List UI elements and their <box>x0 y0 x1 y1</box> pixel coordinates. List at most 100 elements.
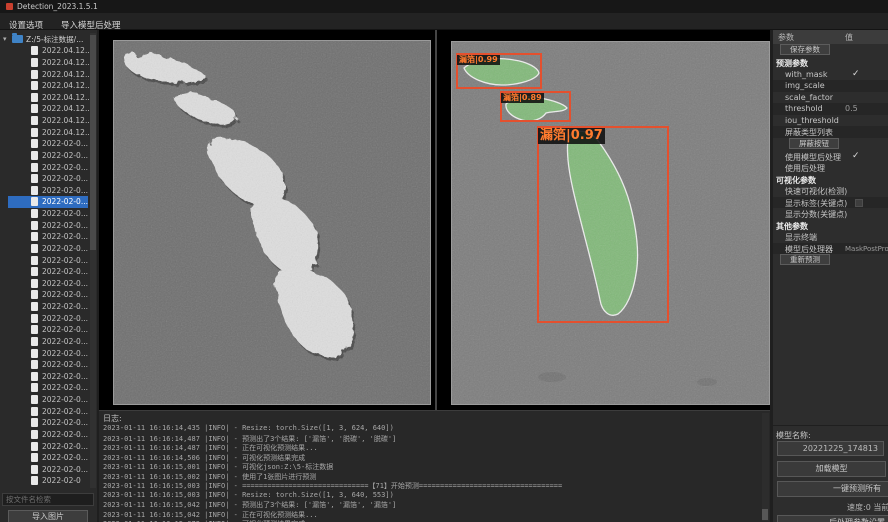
tree-file-item[interactable]: 2022-02-0... <box>0 429 97 441</box>
file-icon <box>31 232 38 241</box>
log-line: 2023-01-11 16:16:15,042 |INFO| - 预测出了3个结… <box>103 500 758 510</box>
tree-file-item[interactable]: 2022-02-0... <box>0 464 97 476</box>
log-scrollbar[interactable] <box>762 413 769 521</box>
prediction-image-panel[interactable]: 漏箔|0.99漏箔|0.89漏箔|0.97 <box>451 41 770 405</box>
file-label: 2022-02-0... <box>42 221 88 230</box>
tree-file-item[interactable]: 2022-02-0... <box>0 266 97 278</box>
log-lines[interactable]: 2023-01-11 16:16:14,435 |INFO| - Resize:… <box>103 424 758 522</box>
tree-file-item[interactable]: 2022.04.12... <box>0 57 97 69</box>
param-action-button[interactable]: 屏蔽按钮 <box>789 138 839 149</box>
filename-search-input[interactable] <box>2 493 94 506</box>
file-label: 2022-02-0... <box>42 163 88 172</box>
tree-file-item[interactable]: 2022-02-0... <box>0 336 97 348</box>
tree-root-folder[interactable]: ▾ Z:/5-标注数据/... <box>0 33 97 45</box>
param-row[interactable]: scale_factor <box>773 92 888 104</box>
tree-file-item[interactable]: 2022-02-0... <box>0 347 97 359</box>
check-icon[interactable]: ✓ <box>852 69 860 79</box>
file-icon <box>31 244 38 253</box>
panel-splitter[interactable] <box>435 30 437 410</box>
sidebar-scrollbar-thumb[interactable] <box>90 35 96 250</box>
load-model-button[interactable]: 加载模型 <box>777 461 886 477</box>
param-row[interactable]: 显示终端 <box>773 231 888 243</box>
tree-file-item[interactable]: 2022-02-0... <box>0 150 97 162</box>
param-label: 使用后处理 <box>785 163 825 174</box>
param-row[interactable]: img_scale <box>773 80 888 92</box>
param-row[interactable]: 快速可视化(检测) <box>773 185 888 197</box>
tree-file-item[interactable]: 2022-02-0... <box>0 196 97 208</box>
tree-file-item[interactable]: 2022-02-0... <box>0 382 97 394</box>
file-icon <box>31 418 38 427</box>
param-row[interactable]: threshold0.5 <box>773 103 888 115</box>
source-image-panel[interactable] <box>113 40 431 405</box>
check-icon[interactable]: ✓ <box>852 151 860 161</box>
tree-file-item[interactable]: 2022-02-0... <box>0 405 97 417</box>
tree-file-item[interactable]: 2022-02-0... <box>0 301 97 313</box>
tree-file-item[interactable]: 2022-02-0... <box>0 359 97 371</box>
tree-file-item[interactable]: 2022-02-0... <box>0 173 97 185</box>
tree-file-item[interactable]: 2022-02-0... <box>0 208 97 220</box>
file-icon <box>31 104 38 113</box>
tree-file-item[interactable]: 2022-02-0... <box>0 138 97 150</box>
source-image <box>114 41 430 404</box>
tree-file-item[interactable]: 2022-02-0... <box>0 278 97 290</box>
tree-file-item[interactable]: 2022-02-0... <box>0 440 97 452</box>
tree-file-item[interactable]: 2022-02-0... <box>0 312 97 324</box>
caret-down-icon[interactable]: ▾ <box>3 35 12 43</box>
param-row[interactable]: 显示标签(关键点) <box>773 197 888 209</box>
tree-file-item[interactable]: 2022-02-0... <box>0 161 97 173</box>
param-value[interactable]: MaskPostProc <box>845 245 888 253</box>
param-action-button[interactable]: 重新预测 <box>780 254 830 265</box>
tree-file-item[interactable]: 2022.04.12... <box>0 92 97 104</box>
tree-file-item[interactable]: 2022-02-0... <box>0 243 97 255</box>
tree-file-item[interactable]: 2022.04.12... <box>0 45 97 57</box>
param-row[interactable]: 使用模型后处理✓ <box>773 151 888 163</box>
image-canvas: 漏箔|0.99漏箔|0.89漏箔|0.97 <box>99 30 770 410</box>
sidebar-scrollbar[interactable] <box>90 33 96 488</box>
param-row[interactable]: 模型后处理器MaskPostProc <box>773 243 888 255</box>
param-label: 显示标签(关键点) <box>785 198 847 209</box>
model-name-field[interactable]: 20221225_174813 <box>777 441 884 456</box>
file-icon <box>31 430 38 439</box>
tree-file-item[interactable]: 2022-02-0... <box>0 394 97 406</box>
tree-file-item[interactable]: 2022-02-0... <box>0 371 97 383</box>
tree-file-item[interactable]: 2022-02-0... <box>0 185 97 197</box>
parameter-panel: 参数 值 保存参数预测参数with_mask✓img_scalescale_fa… <box>773 30 888 522</box>
log-scrollbar-thumb[interactable] <box>762 509 768 520</box>
file-icon <box>31 279 38 288</box>
import-images-button[interactable]: 导入图片 <box>8 510 88 522</box>
tree-file-item[interactable]: 2022-02-0... <box>0 219 97 231</box>
tree-file-item[interactable]: 2022-02-0... <box>0 289 97 301</box>
param-label: 显示终端 <box>785 232 817 243</box>
tree-file-item[interactable]: 2022-02-0... <box>0 254 97 266</box>
file-icon <box>31 372 38 381</box>
tree-file-item[interactable]: 2022.04.12... <box>0 68 97 80</box>
param-label: 可视化参数 <box>776 175 816 186</box>
predict-all-button[interactable]: 一键预测所有 <box>777 481 888 497</box>
file-sidebar: ▾ Z:/5-标注数据/... 2022.04.12...2022.04.12.… <box>0 30 97 522</box>
file-icon <box>31 151 38 160</box>
param-section-row: 其他参数 <box>773 220 888 232</box>
param-row[interactable]: 屏蔽类型列表 <box>773 126 888 138</box>
tree-file-item[interactable]: 2022-02-0... <box>0 324 97 336</box>
param-row[interactable]: 使用后处理 <box>773 162 888 174</box>
param-row[interactable]: 显示分数(关键点) <box>773 208 888 220</box>
file-icon <box>31 302 38 311</box>
file-icon <box>31 163 38 172</box>
param-action-button[interactable]: 保存参数 <box>780 44 830 55</box>
tree-file-item[interactable]: 2022-02-0... <box>0 417 97 429</box>
tree-file-item[interactable]: 2022-02-0 <box>0 475 97 487</box>
post-process-settings-button[interactable]: 后处理参数设置 <box>777 515 888 522</box>
tree-file-item[interactable]: 2022.04.12... <box>0 103 97 115</box>
param-row[interactable]: iou_threshold <box>773 115 888 127</box>
tree-file-item[interactable]: 2022.04.12... <box>0 126 97 138</box>
parameter-table-header: 参数 值 <box>773 30 888 44</box>
tree-file-item[interactable]: 2022-02-0... <box>0 231 97 243</box>
tree-file-item[interactable]: 2022.04.12... <box>0 80 97 92</box>
tree-file-item[interactable]: 2022-02-0... <box>0 452 97 464</box>
param-value[interactable]: 0.5 <box>845 104 858 113</box>
file-icon <box>31 197 38 206</box>
checkbox[interactable] <box>855 199 863 207</box>
file-icon <box>31 93 38 102</box>
param-row[interactable]: with_mask✓ <box>773 69 888 81</box>
tree-file-item[interactable]: 2022.04.12... <box>0 115 97 127</box>
